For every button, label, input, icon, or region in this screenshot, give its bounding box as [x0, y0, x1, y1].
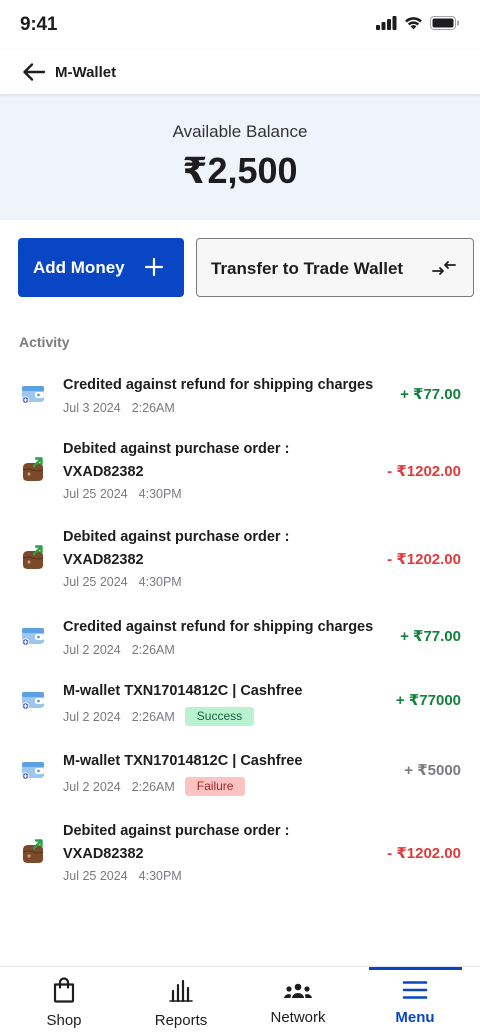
- wallet-blue-icon: [19, 756, 47, 784]
- nav-item-network[interactable]: Network: [250, 967, 346, 1035]
- bar-chart-icon: [169, 979, 193, 1003]
- transaction-title: M-wallet TXN17014812C | Cashfree: [63, 753, 303, 769]
- transaction-title: Debited against purchase order :: [63, 441, 290, 457]
- transaction-meta: Jul 3 2024 2:26AM: [63, 401, 175, 415]
- nav-item-shop[interactable]: Shop: [16, 967, 112, 1035]
- transaction-meta: Jul 2 2024 2:26AM: [63, 643, 175, 657]
- nav-label-shop: Shop: [46, 1012, 82, 1029]
- transaction-row[interactable]: M-wallet TXN17014812C | Cashfree Jul 2 20…: [0, 682, 480, 726]
- transaction-time: 4:30PM: [138, 575, 182, 589]
- balance-label: Available Balance: [172, 122, 308, 141]
- transaction-row[interactable]: Debited against purchase order : VXAD8238…: [0, 822, 480, 892]
- balance-panel: Available Balance ₹2,500: [0, 94, 480, 220]
- transaction-amount: + ₹77.00: [400, 628, 461, 645]
- bottom-navigation: Shop Reports Network Menu: [0, 966, 480, 1035]
- transfer-arrows-icon: [432, 261, 456, 275]
- menu-icon: [402, 981, 428, 999]
- activity-section-title: Activity: [19, 334, 70, 350]
- transaction-amount: - ₹1202.00: [387, 551, 461, 568]
- transfer-to-trade-wallet-button[interactable]: Transfer to Trade Wallet: [196, 238, 474, 297]
- nav-label-menu: Menu: [395, 1009, 435, 1026]
- wifi-icon: [405, 17, 422, 30]
- wallet-blue-icon: [19, 622, 47, 650]
- nav-label-network: Network: [270, 1009, 326, 1026]
- plus-icon: [145, 258, 163, 276]
- transaction-time: 2:26AM: [131, 401, 175, 415]
- transaction-meta: Jul 2 2024 2:26AM Failure: [63, 777, 246, 796]
- transaction-meta: Jul 25 2024 4:30PM: [63, 487, 182, 501]
- transaction-reference: VXAD82382: [63, 552, 144, 568]
- transaction-title: M-wallet TXN17014812C | Cashfree: [63, 683, 303, 699]
- transaction-title: Credited against refund for shipping cha…: [63, 377, 374, 393]
- transfer-label: Transfer to Trade Wallet: [211, 259, 404, 278]
- transaction-reference: VXAD82382: [63, 464, 144, 480]
- transaction-date: Jul 2 2024: [63, 643, 121, 657]
- transaction-meta: Jul 2 2024 2:26AM Success: [63, 707, 255, 726]
- status-bar: 9:41: [0, 0, 480, 50]
- transaction-amount: - ₹1202.00: [387, 845, 461, 862]
- wallet-brown-icon: [19, 456, 47, 484]
- transaction-row[interactable]: Credited against refund for shipping cha…: [0, 618, 480, 662]
- wallet-brown-icon: [19, 838, 47, 866]
- transaction-date: Jul 3 2024: [63, 401, 121, 415]
- nav-label-reports: Reports: [154, 1012, 208, 1029]
- back-arrow-icon[interactable]: [22, 62, 46, 82]
- transaction-amount: + ₹77.00: [400, 386, 461, 403]
- battery-icon: [430, 16, 459, 30]
- nav-item-menu[interactable]: Menu: [367, 967, 463, 1035]
- nav-item-reports[interactable]: Reports: [133, 967, 229, 1035]
- transaction-amount: + ₹77000: [395, 692, 461, 709]
- status-badge: Success: [184, 707, 255, 726]
- transaction-time: 2:26AM: [131, 643, 175, 657]
- wallet-blue-icon: [19, 380, 47, 408]
- transaction-time: 4:30PM: [138, 869, 182, 883]
- transaction-date: Jul 2 2024: [63, 709, 121, 724]
- balance-amount: ₹2,500: [182, 150, 298, 191]
- transaction-row[interactable]: Debited against purchase order : VXAD8238…: [0, 440, 480, 510]
- transaction-date: Jul 2 2024: [63, 779, 121, 794]
- status-time: 9:41: [20, 14, 58, 35]
- transaction-time: 4:30PM: [138, 487, 182, 501]
- add-money-button[interactable]: Add Money: [18, 238, 184, 297]
- shopping-bag-icon: [53, 977, 75, 1003]
- transaction-date: Jul 25 2024: [63, 487, 128, 501]
- cellular-signal-icon: [376, 16, 397, 30]
- transaction-date: Jul 25 2024: [63, 575, 128, 589]
- transaction-title: Debited against purchase order :: [63, 529, 290, 545]
- transaction-meta: Jul 25 2024 4:30PM: [63, 869, 182, 883]
- transaction-time: 2:26AM: [131, 779, 175, 794]
- transaction-title: Debited against purchase order :: [63, 823, 290, 839]
- transaction-row[interactable]: Debited against purchase order : VXAD8238…: [0, 528, 480, 598]
- page-title: M-Wallet: [55, 64, 117, 81]
- transaction-reference: VXAD82382: [63, 846, 144, 862]
- add-money-label: Add Money: [33, 258, 125, 277]
- people-icon: [284, 983, 312, 998]
- transaction-amount: + ₹5000: [404, 762, 461, 779]
- status-badge: Failure: [184, 777, 246, 796]
- transaction-amount: - ₹1202.00: [387, 463, 461, 480]
- transaction-time: 2:26AM: [131, 709, 175, 724]
- transaction-row[interactable]: Credited against refund for shipping cha…: [0, 376, 480, 420]
- transaction-meta: Jul 25 2024 4:30PM: [63, 575, 182, 589]
- transaction-row[interactable]: M-wallet TXN17014812C | Cashfree Jul 2 20…: [0, 752, 480, 796]
- transaction-title: Credited against refund for shipping cha…: [63, 619, 374, 635]
- status-icons: [376, 16, 460, 30]
- transaction-date: Jul 25 2024: [63, 869, 128, 883]
- wallet-brown-icon: [19, 544, 47, 572]
- app-header: M-Wallet: [0, 50, 480, 94]
- wallet-blue-icon: [19, 686, 47, 714]
